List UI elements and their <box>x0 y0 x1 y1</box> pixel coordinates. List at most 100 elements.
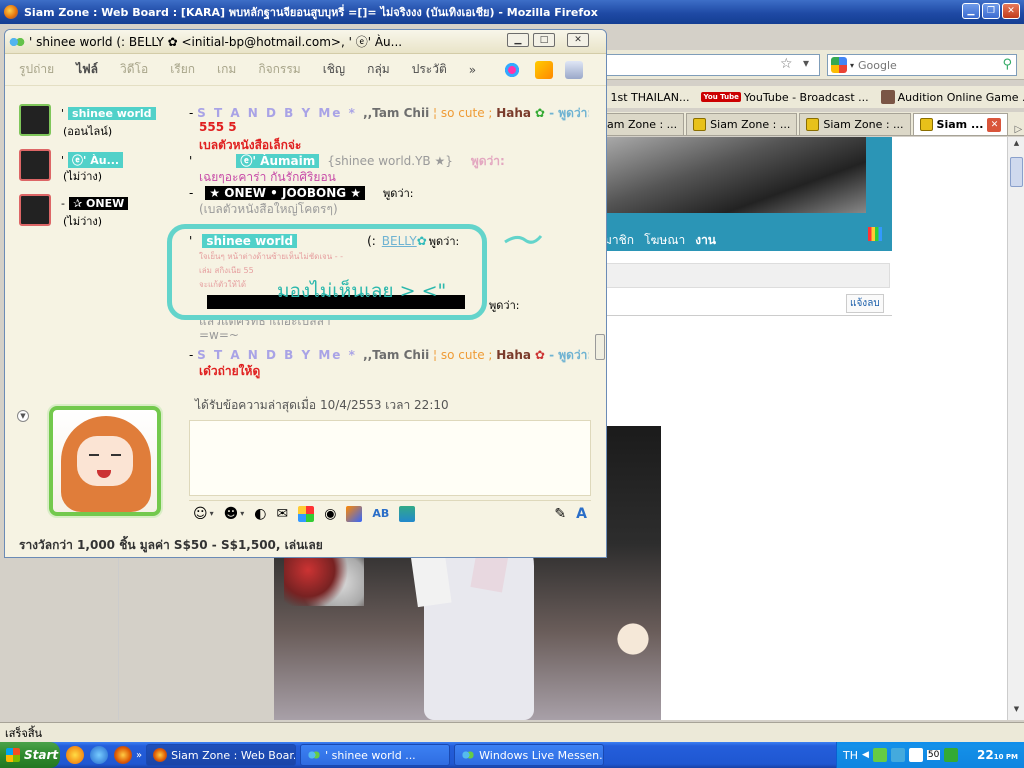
clock[interactable]: 2210 PM <box>977 748 1018 762</box>
tab[interactable]: Siam Zone : ... <box>686 113 798 135</box>
avatar[interactable] <box>19 194 51 226</box>
report-button[interactable]: แจ้งลบ <box>846 294 884 313</box>
scroll-thumb[interactable] <box>595 334 605 360</box>
quicklaunch-more-icon[interactable]: » <box>136 750 142 761</box>
dropdown-arrow-icon[interactable]: ▾ <box>803 56 809 70</box>
language-indicator[interactable]: TH <box>843 749 858 762</box>
network-icon[interactable] <box>872 748 887 762</box>
msn-tray-icon[interactable] <box>890 748 905 762</box>
menu-more[interactable]: » <box>469 63 476 77</box>
firefox-icon[interactable] <box>114 746 132 764</box>
close-button[interactable]: ✕ <box>1002 3 1020 19</box>
collapse-icon[interactable]: ▼ <box>17 410 29 422</box>
background-icon[interactable] <box>298 505 315 522</box>
font-icon[interactable]: AB <box>372 508 389 519</box>
avatar-mouth <box>97 470 111 478</box>
menu-history[interactable]: ประวัติ <box>412 60 447 79</box>
menu-link-member[interactable]: มาชิก <box>604 231 634 250</box>
minimize-button[interactable]: ▁ <box>507 33 529 47</box>
menu-games[interactable]: เกม <box>217 60 236 79</box>
avatar[interactable] <box>19 104 51 136</box>
share-icon[interactable] <box>399 505 416 522</box>
message-sender: - S T A N D B Y Me * ,,Tam Chii ¦ so cut… <box>189 106 589 120</box>
block-icon[interactable] <box>503 61 521 79</box>
search-icon[interactable]: ⚲ <box>1002 57 1012 72</box>
speaker-icon[interactable] <box>908 748 923 762</box>
menu-video[interactable]: วิดีโอ <box>120 60 148 79</box>
chevron-down-icon[interactable]: ▾ <box>850 61 854 70</box>
divider <box>600 315 892 316</box>
tray-expand-icon[interactable]: ◀ <box>862 750 869 760</box>
avatar-icon <box>880 90 895 104</box>
start-button[interactable]: Start <box>0 742 60 768</box>
firefox-window-title: Siam Zone : Web Board : [KARA] พบหลักฐาน… <box>24 6 598 19</box>
menu-link-ads[interactable]: โฆษณา <box>644 231 685 250</box>
tab-scroll-right-icon[interactable]: ▷ <box>1010 124 1024 135</box>
participant-item[interactable]: ' ⓔ' Àu... (ไม่ว่าง) <box>19 149 177 193</box>
nudge-icon[interactable]: ✉ <box>276 507 288 521</box>
maximize-button[interactable]: ❐ <box>982 3 1000 19</box>
windows-logo-icon <box>6 748 20 762</box>
emoticon-pack-icon[interactable] <box>535 61 553 79</box>
search-input[interactable] <box>858 58 999 72</box>
tab-active[interactable]: Siam ... ✕ <box>912 113 1009 135</box>
msn-conversation-window: ' shinee world (: BELLY ✿ <initial-bp@ho… <box>4 29 607 558</box>
tab[interactable]: am Zone : ... <box>600 113 685 135</box>
menu-photos[interactable]: รูปถ่าย <box>19 60 54 79</box>
advertisement-text[interactable]: รางวัลกว่า 1,000 ชิ้น มูลค่า S$50 - S$1,… <box>19 536 323 555</box>
participant-item[interactable]: ' shinee world (ออนไลน์) <box>19 104 177 148</box>
my-display-picture[interactable] <box>49 406 161 516</box>
participant-item[interactable]: - ✰ ONEW (ไม่ว่าง) <box>19 194 177 238</box>
menu-groups[interactable]: กลุ่ม <box>367 60 390 79</box>
taskbar-button-conversation[interactable]: ' shinee world ... <box>300 744 451 766</box>
gift-icon[interactable] <box>346 505 363 522</box>
google-icon[interactable] <box>831 57 847 73</box>
volume-level: 50 <box>926 750 941 760</box>
participant-name: shinee world <box>68 107 156 120</box>
message-text: =w=~ <box>199 328 239 342</box>
layout-icon[interactable] <box>565 61 583 79</box>
menu-activities[interactable]: กิจกรรม <box>258 60 300 79</box>
bookmark-item-youtube[interactable]: You Tube YouTube - Broadcast ... <box>697 91 872 104</box>
siamzone-icon <box>806 118 820 131</box>
rose-icon: ✿ <box>531 106 545 120</box>
menu-link-jobs[interactable]: งาน <box>695 231 716 250</box>
bookmark-item-audition[interactable]: Audition Online Game ... <box>877 90 1024 104</box>
search-box[interactable]: ▾ ⚲ <box>827 54 1017 76</box>
scroll-thumb[interactable] <box>1010 157 1023 187</box>
bookmarks-toolbar: ' 1st THAILAN... You Tube YouTube - Broad… <box>600 86 1024 108</box>
wink-icon[interactable]: ☻ ▾ <box>224 507 245 521</box>
page-scrollbar[interactable]: ▲ ▼ <box>1007 137 1024 720</box>
handwriting-icon[interactable]: ✎ <box>554 507 566 521</box>
internet-explorer-icon[interactable] <box>90 746 108 764</box>
speaker-icon[interactable]: ◉ <box>324 507 336 521</box>
siamzone-icon <box>919 118 933 131</box>
equalizer-icon <box>868 227 882 241</box>
tab[interactable]: Siam Zone : ... <box>799 113 911 135</box>
minimize-button[interactable]: ▁ <box>962 3 980 19</box>
close-tab-icon[interactable]: ✕ <box>987 117 1002 132</box>
taskbar-button-messenger[interactable]: Windows Live Messen... <box>454 744 605 766</box>
participant-name: ⓔ' Àu... <box>68 152 124 168</box>
bookmark-star-icon[interactable]: ☆ <box>780 56 793 72</box>
quicklaunch-icon[interactable] <box>66 746 84 764</box>
bookmark-item[interactable]: ' 1st THAILAN... <box>600 91 693 104</box>
avatar-eye <box>111 454 121 460</box>
taskbar-button-firefox[interactable]: Siam Zone : Web Boar... <box>146 744 297 766</box>
scroll-down-icon[interactable]: ▼ <box>1010 705 1023 718</box>
maximize-button[interactable]: □ <box>533 33 555 47</box>
msn-menu-bar: รูปถ่าย ไฟล์ วิดีโอ เรียก เกม กิจกรรม เช… <box>5 54 606 86</box>
battery-icon[interactable] <box>944 748 959 762</box>
status-text: เสร็จสิ้น <box>5 726 43 740</box>
menu-call[interactable]: เรียก <box>170 60 195 79</box>
menu-invite[interactable]: เชิญ <box>323 60 345 79</box>
emoticon-icon[interactable]: ☺ ▾ <box>193 507 214 521</box>
menu-files[interactable]: ไฟล์ <box>76 60 98 79</box>
text-format-icon[interactable]: A <box>576 507 587 521</box>
voice-clip-icon[interactable]: ◐ <box>254 507 266 521</box>
scroll-up-icon[interactable]: ▲ <box>1010 139 1023 152</box>
close-button[interactable]: ✕ <box>567 33 589 47</box>
conversation-scrollbar[interactable] <box>594 330 606 382</box>
avatar[interactable] <box>19 149 51 181</box>
message-input[interactable] <box>189 420 591 496</box>
